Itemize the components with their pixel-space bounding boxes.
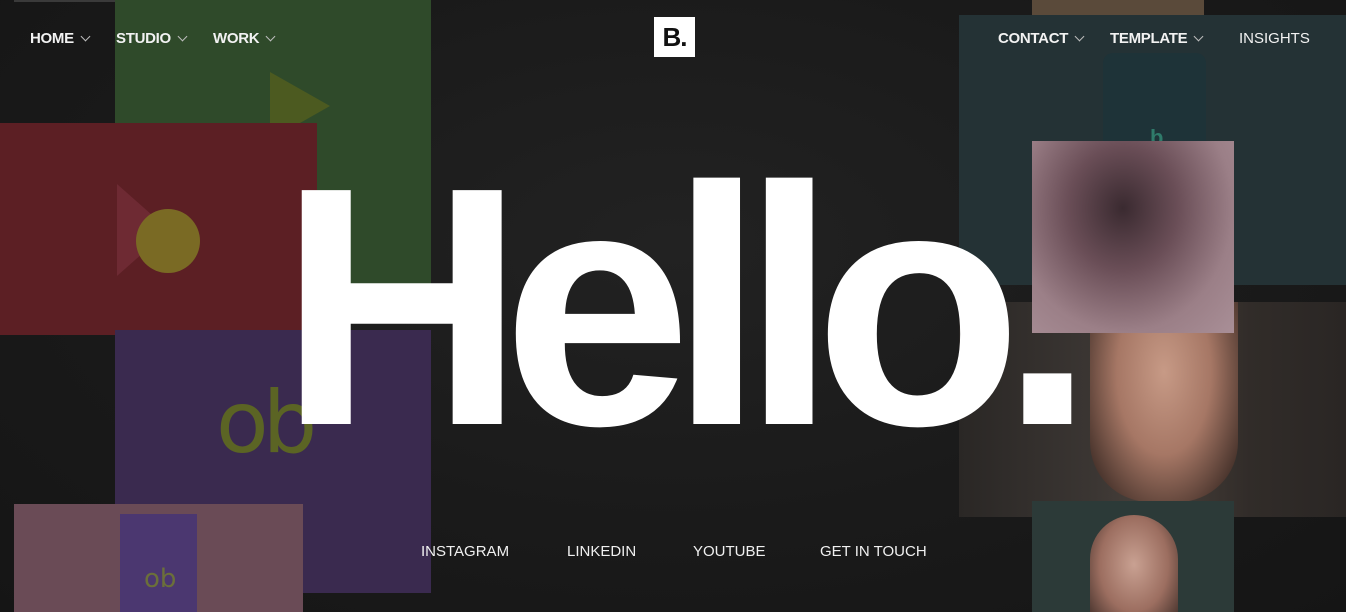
get-in-touch-link[interactable]: GET IN TOUCH: [820, 543, 927, 560]
site-logo[interactable]: B.: [654, 17, 695, 57]
nav-item-label: STUDIO: [116, 29, 171, 47]
chevron-down-icon: [177, 31, 188, 41]
nav-item-label: TEMPLATE: [1110, 29, 1188, 47]
nav-item-template[interactable]: TEMPLATE: [1110, 28, 1204, 48]
portfolio-tile: [120, 514, 197, 612]
nav-item-label: INSIGHTS: [1239, 29, 1310, 47]
nav-item-home[interactable]: HOME: [30, 28, 91, 48]
nav-item-contact[interactable]: CONTACT: [998, 28, 1085, 48]
nav-item-work[interactable]: WORK: [213, 28, 276, 48]
chevron-down-icon: [1193, 31, 1204, 41]
social-link-linkedin[interactable]: LINKEDIN: [567, 543, 636, 560]
social-link-instagram[interactable]: INSTAGRAM: [421, 543, 509, 560]
nav-item-label: CONTACT: [998, 29, 1069, 47]
hero-section: ob ob b Hello. HOME STUDIO WORK B. CONTA…: [0, 0, 1346, 612]
portrait-face-image: [1090, 515, 1178, 612]
social-link-youtube[interactable]: YOUTUBE: [693, 543, 766, 560]
nav-item-studio[interactable]: STUDIO: [116, 28, 188, 48]
chevron-down-icon: [265, 31, 276, 41]
portfolio-tile: [1032, 0, 1204, 16]
brand-mark-graphic: ob: [144, 564, 177, 594]
nav-item-label: HOME: [30, 29, 74, 47]
chevron-down-icon: [80, 31, 91, 41]
nav-item-insights[interactable]: INSIGHTS: [1239, 28, 1310, 48]
chevron-down-icon: [1074, 31, 1085, 41]
nav-item-label: WORK: [213, 29, 260, 47]
circle-graphic: [136, 209, 200, 273]
hero-headline: Hello.: [279, 117, 1095, 497]
